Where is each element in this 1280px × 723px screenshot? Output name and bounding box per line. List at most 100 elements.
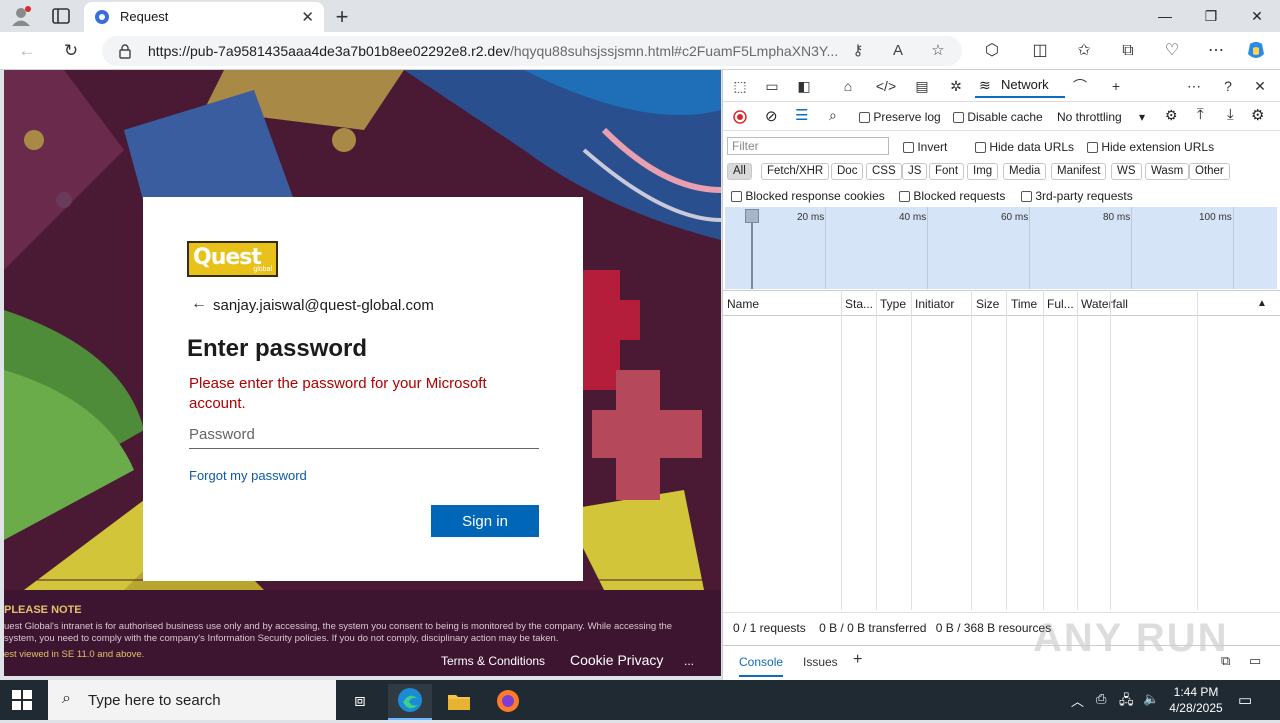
drawer-dock-icon[interactable]: ⧉ (1221, 653, 1230, 669)
network-settings-icon[interactable]: ⚙ (1251, 106, 1264, 124)
add-tool-icon[interactable]: + (1105, 76, 1127, 96)
disable-cache-option[interactable]: Disable cache (953, 110, 1043, 124)
blocked-requests-checkbox[interactable] (899, 191, 910, 203)
hide-extension-urls-option[interactable]: Hide extension URLs (1087, 140, 1214, 154)
invert-option[interactable]: Invert (903, 140, 947, 154)
devtools-more-icon[interactable]: ⋯ (1183, 76, 1205, 96)
forgot-password-link[interactable]: Forgot my password (189, 468, 307, 483)
blocked-cookies-checkbox[interactable] (731, 191, 742, 203)
import-har-icon[interactable]: ⤒ (1197, 106, 1204, 123)
refresh-icon[interactable]: ↻ (60, 40, 82, 62)
back-icon[interactable]: ← (16, 40, 38, 62)
password-input[interactable] (189, 421, 539, 449)
performance-tab-icon[interactable]: ⌒ (1069, 76, 1091, 96)
throttling-select[interactable]: No throttling ▾ (1057, 110, 1145, 124)
lock-icon[interactable] (118, 43, 132, 59)
chip-img[interactable]: Img (967, 163, 999, 180)
chip-ws[interactable]: WS (1111, 163, 1142, 180)
hide-data-urls-checkbox[interactable] (975, 142, 986, 154)
windows-start-icon[interactable] (12, 690, 32, 710)
device-emulation-icon[interactable]: ▭ (761, 76, 783, 96)
drawer-add-icon[interactable]: + (853, 651, 862, 669)
back-arrow-icon[interactable]: ← (191, 295, 207, 313)
tray-device-icon[interactable]: ⎙ (1096, 691, 1106, 707)
network-overview-timeline[interactable]: 20 ms 40 ms 60 ms 80 ms 100 ms (725, 207, 1277, 289)
export-har-icon[interactable]: ⤓ (1227, 106, 1234, 123)
file-explorer-icon[interactable] (437, 684, 481, 720)
url-text[interactable]: https://pub-7a9581435aaa4de3a7b01b8ee022… (148, 43, 838, 59)
address-bar[interactable]: https://pub-7a9581435aaa4de3a7b01b8ee022… (102, 36, 962, 66)
drawer-tab-issues[interactable]: Issues (803, 655, 838, 669)
extensions-icon[interactable]: ⬡ (980, 40, 1004, 62)
terms-link[interactable]: Terms & Conditions (441, 654, 545, 668)
filter-input[interactable] (727, 137, 889, 155)
chip-font[interactable]: Font (929, 163, 965, 180)
copilot-icon[interactable] (1244, 40, 1268, 62)
elements-icon[interactable]: </> (875, 76, 897, 96)
restore-icon[interactable]: ❐ (1188, 0, 1234, 32)
welcome-home-icon[interactable]: ⌂ (837, 76, 859, 96)
disable-cache-checkbox[interactable] (953, 112, 964, 124)
timeline-handle[interactable] (745, 209, 759, 223)
profile-icon[interactable] (10, 6, 32, 26)
footer-more-link[interactable]: ... (684, 654, 694, 668)
taskbar-search-box[interactable]: ⌕ Type here to search (48, 680, 336, 720)
col-type[interactable]: Type (880, 297, 906, 311)
sort-arrow-icon[interactable]: ▲ (1257, 298, 1267, 309)
clear-icon[interactable]: ⊘ (765, 107, 778, 125)
third-party-checkbox[interactable] (1021, 191, 1032, 203)
help-icon[interactable]: ? (1217, 76, 1239, 96)
notifications-icon[interactable]: ▭ (1238, 691, 1252, 709)
hide-extension-urls-checkbox[interactable] (1087, 142, 1098, 154)
col-status[interactable]: Sta... (845, 297, 873, 311)
minimize-icon[interactable]: — (1142, 0, 1188, 32)
search-icon[interactable]: ⌕ (829, 107, 837, 124)
cookie-privacy-link[interactable]: Cookie Privacy (570, 652, 663, 668)
network-tray-icon[interactable]: 🖧 (1119, 691, 1134, 713)
split-screen-icon[interactable]: ◫ (1028, 40, 1052, 62)
collections-icon[interactable]: ⧉ (1116, 40, 1140, 62)
tab-close-icon[interactable]: ✕ (301, 8, 314, 26)
chip-manifest[interactable]: Manifest (1051, 163, 1107, 180)
invert-checkbox[interactable] (903, 142, 914, 154)
favorites-icon[interactable]: ✩ (1072, 40, 1096, 62)
dock-side-icon[interactable]: ◧ (793, 76, 815, 96)
blocked-cookies-option[interactable]: Blocked response cookies (731, 189, 885, 203)
chip-js[interactable]: JS (902, 163, 928, 180)
key-icon[interactable]: ⚷ (848, 41, 868, 61)
more-menu-icon[interactable]: ⋯ (1204, 40, 1228, 62)
chip-wasm[interactable]: Wasm (1145, 163, 1190, 180)
tab-network[interactable]: ≋ Network (975, 74, 1065, 98)
network-conditions-icon[interactable]: ⚙ (1165, 107, 1178, 124)
inspect-element-icon[interactable]: ⬚ (729, 76, 751, 96)
drawer-tab-console[interactable]: Console (739, 655, 784, 677)
chip-doc[interactable]: Doc (831, 163, 864, 180)
blocked-requests-option[interactable]: Blocked requests (899, 189, 1005, 203)
edge-taskbar-icon[interactable] (388, 684, 432, 720)
tray-overflow-icon[interactable]: ︿ (1071, 691, 1084, 710)
sources-bug-icon[interactable]: ✲ (945, 76, 967, 96)
new-tab-icon[interactable]: + (330, 4, 354, 30)
col-initiator[interactable]: Initiator (915, 297, 954, 311)
col-waterfall[interactable]: Waterfall (1081, 297, 1128, 311)
hide-data-urls-option[interactable]: Hide data URLs (975, 140, 1074, 154)
chip-other[interactable]: Other (1189, 163, 1230, 180)
close-devtools-icon[interactable]: ✕ (1249, 76, 1271, 96)
chip-all[interactable]: All (727, 163, 752, 180)
chip-fetch-xhr[interactable]: Fetch/XHR (761, 163, 830, 180)
tab-actions-icon[interactable] (50, 6, 72, 26)
chip-css[interactable]: CSS (866, 163, 902, 180)
col-time[interactable]: Time (1011, 297, 1037, 311)
sign-in-button[interactable]: Sign in (431, 505, 539, 537)
preserve-log-option[interactable]: Preserve log (859, 110, 941, 124)
console-icon[interactable]: ▤ (911, 76, 933, 96)
favorite-star-icon[interactable]: ☆ (928, 41, 948, 61)
firefox-icon[interactable] (486, 684, 530, 720)
task-view-icon[interactable]: ⧈ (338, 684, 382, 720)
volume-tray-icon[interactable]: 🔈 (1143, 691, 1159, 707)
performance-icon[interactable]: ♡ (1160, 40, 1184, 62)
chip-media[interactable]: Media (1003, 163, 1047, 180)
record-icon[interactable] (733, 110, 747, 124)
drawer-close-icon[interactable]: ▭ (1249, 653, 1261, 669)
col-name[interactable]: Name (727, 297, 759, 311)
